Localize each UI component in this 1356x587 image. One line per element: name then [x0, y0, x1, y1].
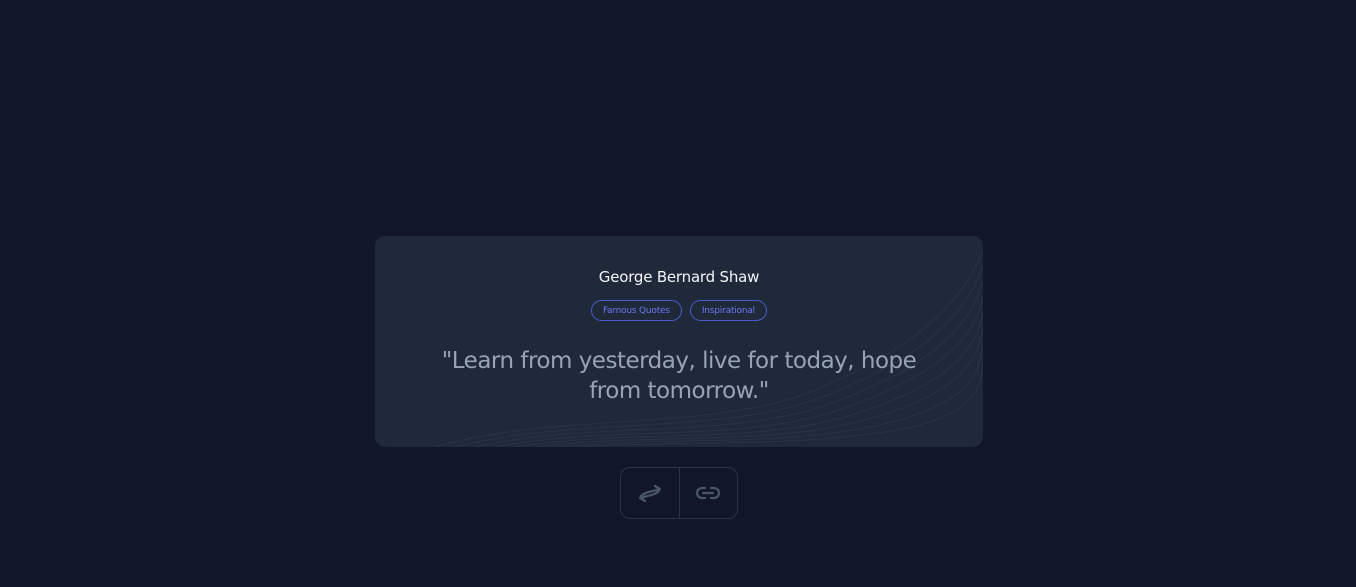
action-bar: [620, 467, 738, 519]
tag-list: Famous Quotes Inspirational: [375, 300, 983, 321]
copy-link-button[interactable]: [678, 468, 738, 518]
page: George Bernard Shaw Famous Quotes Inspir…: [0, 0, 1356, 587]
tag-famous-quotes[interactable]: Famous Quotes: [591, 300, 682, 321]
link-icon: [696, 486, 721, 500]
shuffle-arrows-icon: [638, 484, 661, 503]
quote-text: "Learn from yesterday, live for today, h…: [441, 348, 917, 404]
quote-card: George Bernard Shaw Famous Quotes Inspir…: [375, 236, 983, 447]
quote-author: George Bernard Shaw: [598, 268, 760, 286]
tag-inspirational[interactable]: Inspirational: [689, 300, 767, 321]
random-quote-button[interactable]: [621, 468, 679, 518]
